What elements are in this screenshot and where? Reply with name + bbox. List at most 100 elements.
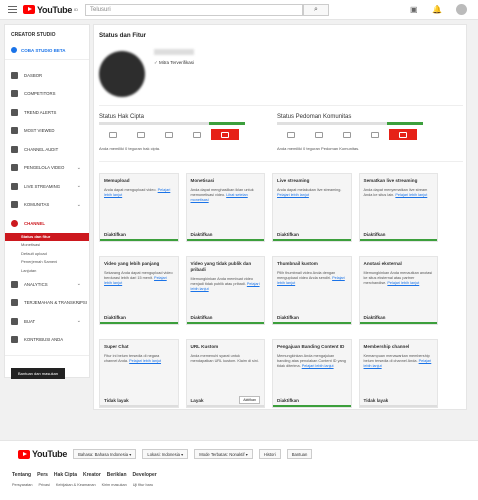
footer-link[interactable]: Tentang [12,472,31,478]
beta-icon [11,47,17,53]
sidebar-item-label: MOST VIEWED [24,128,55,134]
trend-icon [11,108,18,116]
sidebar-subitem[interactable]: Monetisasi [5,241,89,250]
chevron-down-icon: ⌄ [76,318,81,324]
history-button[interactable]: Histori [258,449,281,459]
footer-link[interactable]: Developer [133,472,157,478]
sidebar-item-kontribusi-anda[interactable]: KONTRIBUSI ANDA [5,331,89,350]
menu-icon[interactable] [8,6,17,13]
help-feedback-button[interactable]: Bantuan dan masukan [11,368,65,379]
live-icon [11,182,18,190]
footer-link[interactable]: Beriklan [107,472,127,478]
feature-description: Pilih thumbnail video Anda dengan mengup… [277,271,347,286]
channel-name [154,49,194,55]
status-bar [359,239,437,241]
feature-card: Membership channel Kemampuan menawarkan m… [358,339,438,408]
footer-link[interactable]: Uji fitur baru [133,483,153,487]
footer-logo[interactable]: YouTube [18,449,67,459]
main-panel: Status dan Fitur ✓ Mitra Terverifikasi S… [93,24,467,410]
logo-region: ID [74,7,79,12]
community-note: Anda memiliki 0 teguran Pedoman Komunita… [277,146,360,151]
verified-label: Mitra Terverifikasi [159,60,194,65]
community-meter [277,122,423,125]
feature-status: Diaktifkan [363,315,386,320]
upload-icon[interactable]: ▣ [410,5,418,14]
sidebar-item-terjemahan-transkripsi[interactable]: TERJEMAHAN & TRANSKRIPSI ⌄ [5,294,89,313]
strike-icon [277,129,305,140]
feature-title: Video yang lebih panjang [104,261,160,266]
feature-title: Memupload [104,178,130,183]
search-button[interactable]: ⌕ [303,4,329,16]
sidebar-subitem[interactable]: Penerjemah Sameni [5,258,89,267]
chevron-down-icon: ⌄ [76,183,81,189]
sidebar-subitem[interactable]: Lanjutan [5,267,89,276]
feature-title: Live streaming [277,178,310,183]
channel-icon [11,219,18,227]
sidebar-item-komunitas[interactable]: KOMUNITAS ⌄ [5,196,89,215]
feature-title: Membership channel [363,344,410,349]
footer: YouTube Bahasa: Bahasa Indonesia ▾ Lokas… [0,440,478,500]
feature-card: Sematkan live streaming Anda dapat menyem… [358,173,438,242]
video-manager-icon [11,164,18,172]
restricted-mode-select[interactable]: Mode Terbatas: Nonaktif ▾ [194,449,253,459]
sidebar-item-live-streaming[interactable]: LIVE STREAMING ⌄ [5,177,89,196]
sidebar-item-channel-audit[interactable]: CHANNEL AUDIT [5,140,89,159]
notification-icon[interactable]: 🔔 [432,5,442,14]
page-title: Status dan Fitur [99,32,147,39]
feature-card: Thumbnail kustom Pilih thumbnail video An… [272,256,352,325]
learn-more-link[interactable]: Pelajari lebih lanjut [387,281,419,285]
youtube-logo[interactable]: YouTube ID [23,5,78,15]
search-input[interactable]: Telusuri [85,4,303,16]
sidebar-item-label: TREND ALERTS [24,109,57,115]
sidebar-item-label: PENGELOLA VIDEO [24,165,65,171]
strike-icon [99,129,127,140]
feature-card: Video yang tidak publik dan pribadi Memun… [185,256,265,325]
beta-link[interactable]: COBA STUDIO BETA [11,47,89,53]
sidebar-item-dasbor[interactable]: DASBOR [5,66,89,85]
feature-text: Anda dapat melakukan live streaming. [277,188,342,192]
help-button[interactable]: Bantuan [286,449,313,459]
sidebar-item-trend-alerts[interactable]: TREND ALERTS [5,103,89,122]
sidebar-subitem[interactable]: Default upload [5,250,89,259]
footer-link[interactable]: Kebijakan & Keamanan [56,483,96,487]
sidebar-subitem[interactable]: Status dan fitur [5,232,89,241]
feature-status: Layak [190,398,204,403]
footer-link[interactable]: Hak Cipta [54,472,77,478]
copyright-meter [99,122,245,125]
footer-link[interactable]: Privasi [38,483,49,487]
location-select[interactable]: Lokasi: Indonesia ▾ [142,449,189,459]
language-select[interactable]: Bahasa: Bahasa Indonesia ▾ [73,449,137,459]
feature-title: Thumbnail kustom [277,261,318,266]
feature-title: Super Chat [104,344,129,349]
strike-icon [127,129,155,140]
sidebar-item-most-viewed[interactable]: MOST VIEWED [5,122,89,141]
channel-avatar [99,51,145,97]
sidebar-item-analytics[interactable]: ANALYTICS ⌄ [5,275,89,294]
feature-description: Anda dapat mengupload video. Pelajari le… [104,188,174,198]
footer-link[interactable]: Kreator [83,472,101,478]
avatar[interactable] [456,4,467,15]
learn-more-link[interactable]: Pelajari lebih lanjut [395,193,427,197]
feature-description: Memungkinkan Anda menautkan anotasi ke s… [364,271,434,286]
sidebar-item-competitors[interactable]: COMPETITORS [5,85,89,104]
learn-more-link[interactable]: Pelajari lebih lanjut [302,364,334,368]
feature-card: Super Chat Fitur ini belum tersedia di ne… [99,339,179,408]
footer-link[interactable]: Kirim masukan [102,483,127,487]
footer-link[interactable]: Pers [37,472,48,478]
feature-description: Anda dapat menghasilkan iklan untuk memo… [191,188,261,203]
feature-status: Diaktifkan [277,315,299,320]
feature-status: Diaktifkan [190,315,213,320]
sidebar: CREATOR STUDIO COBA STUDIO BETA DASBOR CO… [4,24,90,379]
learn-more-link[interactable]: Pelajari lebih lanjut [277,193,309,197]
enable-button[interactable]: Aktifkan [239,396,260,404]
sidebar-item-buat[interactable]: BUAT ⌄ [5,312,89,331]
strike-icon [155,129,183,140]
sidebar-item-channel[interactable]: CHANNEL [5,214,89,233]
learn-more-link[interactable]: Pelajari lebih lanjut [129,359,161,363]
sidebar-item-pengelola-video[interactable]: PENGELOLA VIDEO ⌄ [5,159,89,178]
feature-title: Anotasi eksternal [363,261,402,266]
copyright-title: Status Hak Cipta [99,114,145,120]
feature-text: Pilih thumbnail video Anda dengan mengup… [277,271,336,280]
footer-link[interactable]: Persyaratan [12,483,32,487]
feature-card: Anotasi eksternal Memungkinkan Anda menau… [358,256,438,325]
